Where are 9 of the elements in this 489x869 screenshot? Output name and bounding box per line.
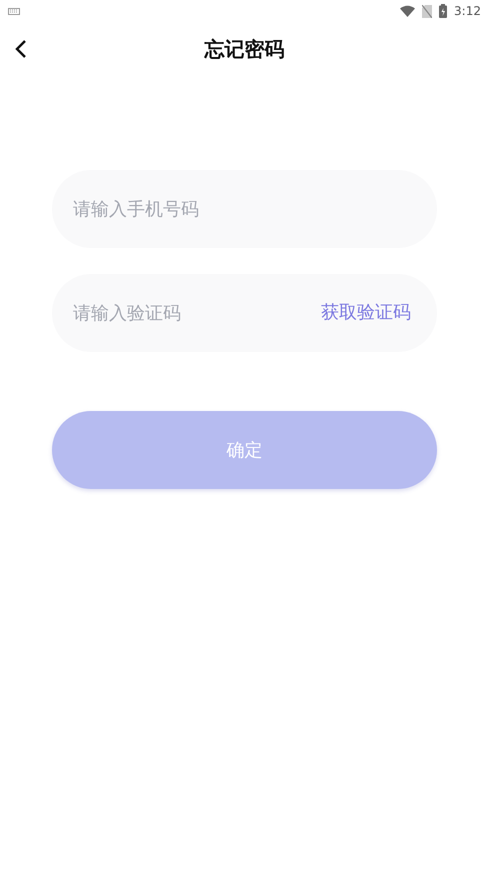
keyboard-icon [8, 8, 20, 14]
page-title: 忘记密码 [204, 36, 284, 63]
wifi-icon [400, 5, 416, 17]
phone-input-field[interactable]: 请输入手机号码 [52, 170, 437, 248]
back-icon[interactable] [14, 39, 28, 59]
no-sim-icon [422, 4, 432, 18]
status-time: 3:12 [454, 3, 481, 20]
battery-icon [439, 4, 448, 18]
get-code-link[interactable]: 获取验证码 [321, 302, 411, 324]
